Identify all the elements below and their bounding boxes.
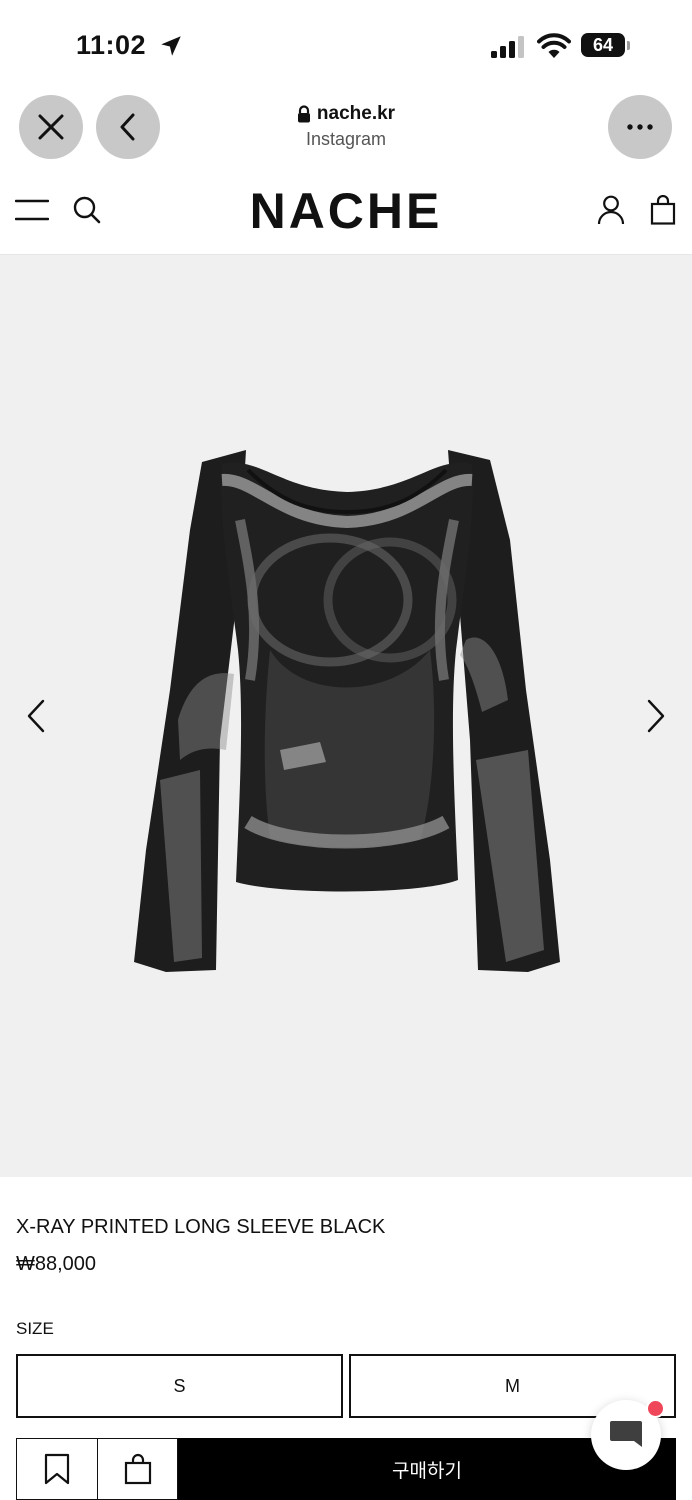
product-name: X-RAY PRINTED LONG SLEEVE BLACK	[16, 1216, 386, 1238]
chevron-left-icon[interactable]	[24, 699, 50, 733]
site-header: NACHE	[0, 168, 692, 255]
page-source: Instagram	[305, 129, 387, 149]
product-price: ₩88,000	[16, 1253, 97, 1275]
back-button[interactable]	[96, 95, 160, 159]
status-bar: 11:02 64	[0, 0, 692, 92]
purchase-bar: 구매하기	[16, 1438, 676, 1500]
signal-icon	[491, 36, 524, 58]
status-time: 11:02	[76, 30, 147, 60]
location-arrow-icon	[161, 36, 181, 56]
close-icon	[38, 114, 64, 140]
bookmark-icon	[44, 1453, 70, 1485]
back-icon	[120, 113, 135, 141]
site-logo[interactable]: NACHE	[0, 182, 692, 240]
more-button[interactable]	[608, 95, 672, 159]
user-icon[interactable]	[597, 195, 625, 225]
notification-badge	[646, 1399, 665, 1418]
chat-icon	[610, 1421, 642, 1447]
wifi-icon	[537, 33, 571, 58]
bag-icon[interactable]	[650, 195, 676, 225]
product-image	[134, 450, 560, 972]
address-bar[interactable]: nache.kr Instagram	[250, 100, 442, 158]
lock-icon	[297, 105, 310, 123]
close-button[interactable]	[19, 95, 83, 159]
product-image-carousel[interactable]	[0, 255, 692, 1177]
battery-icon: 64	[581, 33, 631, 59]
cart-icon	[124, 1453, 151, 1485]
size-label: SIZE	[16, 1319, 54, 1338]
battery-level: 64	[581, 33, 625, 57]
add-to-cart-button[interactable]	[97, 1438, 178, 1500]
chevron-right-icon[interactable]	[642, 699, 668, 733]
page-domain: nache.kr	[316, 103, 396, 124]
size-option-s[interactable]: S	[16, 1354, 343, 1418]
more-icon	[627, 124, 653, 130]
wishlist-button[interactable]	[16, 1438, 98, 1500]
